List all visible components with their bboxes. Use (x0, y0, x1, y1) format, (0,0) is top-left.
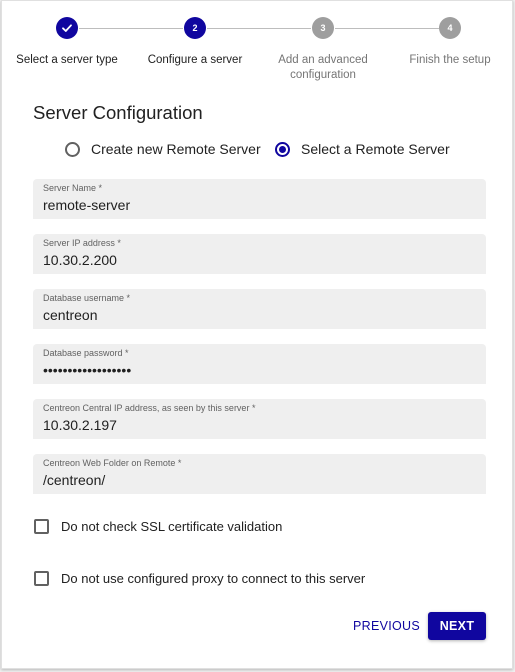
step-number: 4 (439, 17, 461, 39)
next-button[interactable]: NEXT (428, 612, 486, 640)
step-4[interactable]: 4 Finish the setup (385, 17, 515, 68)
step-label: Select a server type (16, 54, 118, 66)
step-number: 3 (312, 17, 334, 39)
field-label: Centreon Central IP address, as seen by … (43, 403, 256, 413)
field-label: Database username * (43, 293, 131, 303)
section-title: Server Configuration (33, 102, 203, 123)
step-number: 2 (184, 17, 206, 39)
step-3[interactable]: 3 Add an advanced configuration (258, 17, 388, 83)
checkbox-unchecked-icon[interactable] (34, 518, 49, 534)
server-ip-field[interactable]: Server IP address * (33, 234, 486, 274)
database-username-field[interactable]: Database username * (33, 289, 486, 329)
server-name-input[interactable] (43, 197, 473, 213)
radio-unchecked-icon (65, 141, 80, 157)
server-ip-input[interactable] (43, 252, 473, 268)
proxy-checkbox[interactable]: Do not use configured proxy to connect t… (34, 568, 365, 588)
web-folder-field[interactable]: Centreon Web Folder on Remote * (33, 454, 486, 494)
central-ip-field[interactable]: Centreon Central IP address, as seen by … (33, 399, 486, 439)
step-label: Finish the setup (409, 54, 491, 66)
radio-checked-icon (275, 141, 290, 157)
checkbox-label: Do not use configured proxy to connect t… (61, 570, 366, 586)
web-folder-input[interactable] (43, 472, 473, 488)
checkbox-unchecked-icon[interactable] (34, 570, 49, 586)
field-label: Database password * (43, 348, 129, 358)
step-label: Add an advanced configuration (278, 54, 368, 81)
database-password-field[interactable]: Database password * (33, 344, 486, 384)
step-1[interactable]: Select a server type (2, 17, 132, 68)
radio-label: Create new Remote Server (91, 141, 261, 157)
step-2[interactable]: 2 Configure a server (130, 17, 260, 68)
check-icon (56, 17, 78, 39)
central-ip-input[interactable] (43, 417, 473, 433)
database-password-input[interactable] (43, 362, 473, 378)
radio-label: Select a Remote Server (301, 141, 450, 157)
server-name-field[interactable]: Server Name * (33, 179, 486, 219)
wizard-card: Select a server type 2 Configure a serve… (1, 0, 513, 669)
step-label: Configure a server (147, 54, 243, 66)
field-label: Server Name * (43, 183, 103, 193)
database-username-input[interactable] (43, 307, 473, 323)
previous-button[interactable]: PREVIOUS (345, 613, 428, 639)
checkbox-label: Do not check SSL certificate validation (61, 518, 283, 534)
field-label: Centreon Web Folder on Remote * (43, 458, 182, 468)
ssl-check-checkbox[interactable]: Do not check SSL certificate validation (34, 516, 282, 536)
radio-select-remote-server[interactable]: Select a Remote Server (275, 139, 450, 159)
stepper: Select a server type 2 Configure a serve… (2, 1, 514, 101)
radio-create-new-remote-server[interactable]: Create new Remote Server (65, 139, 261, 159)
field-label: Server IP address * (43, 238, 121, 248)
